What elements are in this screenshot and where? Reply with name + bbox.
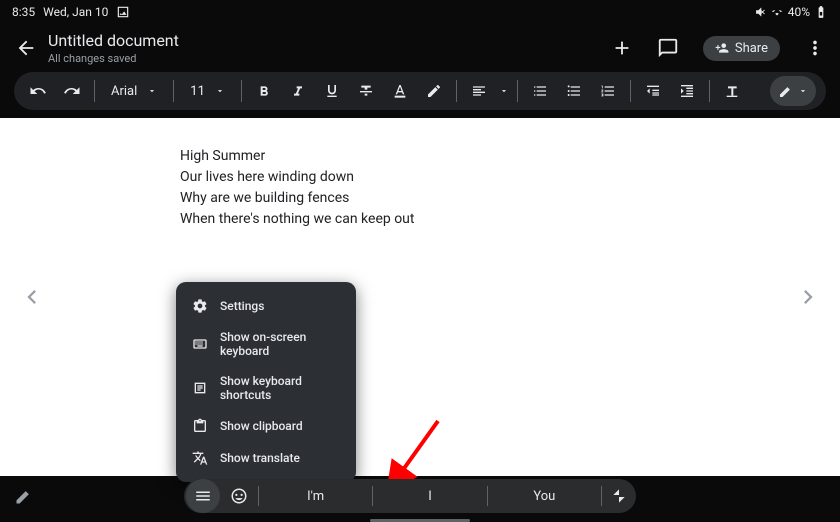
share-button[interactable]: Share (703, 36, 780, 61)
more-vertical-icon[interactable] (804, 37, 826, 59)
popup-item-shortcuts[interactable]: Show keyboard shortcuts (176, 366, 356, 410)
wifi-icon (770, 5, 784, 19)
font-size-select[interactable]: 11 (182, 84, 233, 99)
status-date: Wed, Jan 10 (43, 5, 108, 19)
text-line: When there's nothing we can keep out (180, 209, 840, 230)
person-add-icon (715, 41, 729, 55)
underline-button[interactable] (318, 77, 346, 105)
popup-label: Show on-screen keyboard (220, 330, 340, 358)
popup-item-translate[interactable]: Show translate (176, 442, 356, 474)
bold-button[interactable] (250, 77, 278, 105)
app-header: Untitled document All changes saved Shar… (0, 24, 840, 72)
list-icon (192, 380, 208, 396)
save-status: All changes saved (48, 52, 179, 65)
suggestion-pill: I'm I You (184, 479, 636, 513)
text-line: Our lives here winding down (180, 167, 840, 188)
popup-label: Show keyboard shortcuts (220, 374, 340, 402)
suggestion-1[interactable]: I'm (259, 489, 372, 504)
numbered-list-button[interactable] (594, 77, 622, 105)
translate-icon (192, 450, 208, 466)
undo-button[interactable] (24, 77, 52, 105)
document-area[interactable]: High Summer Our lives here winding down … (0, 118, 840, 476)
edit-pencil-icon[interactable] (14, 486, 34, 506)
bullet-list-button[interactable] (560, 77, 588, 105)
clear-format-button[interactable] (718, 77, 746, 105)
collapse-keyboard-button[interactable] (602, 488, 636, 504)
popup-item-settings[interactable]: Settings (176, 290, 356, 322)
status-time: 8:35 (12, 5, 35, 19)
chevron-down-icon[interactable] (499, 86, 509, 96)
align-button[interactable] (465, 77, 493, 105)
suggestion-2[interactable]: I (373, 489, 486, 504)
font-name-label: Arial (111, 84, 137, 99)
redo-button[interactable] (58, 77, 86, 105)
chevron-down-icon (215, 86, 225, 96)
plus-icon[interactable] (611, 37, 633, 59)
previous-page-button[interactable] (18, 283, 46, 311)
indent-decrease-button[interactable] (639, 77, 667, 105)
keyboard-menu-button[interactable] (186, 479, 220, 513)
next-page-button[interactable] (794, 283, 822, 311)
keyboard-bar: I'm I You (0, 478, 840, 514)
popup-label: Show translate (220, 451, 300, 465)
volume-mute-icon (752, 5, 766, 19)
text-color-button[interactable] (386, 77, 414, 105)
keyboard-options-popup: Settings Show on-screen keyboard Show ke… (176, 282, 356, 482)
chevron-down-icon (798, 86, 808, 96)
font-size-label: 11 (190, 84, 205, 99)
format-toolbar: Arial 11 (14, 72, 826, 110)
clipboard-icon (192, 418, 208, 434)
back-button[interactable] (14, 36, 38, 60)
popup-item-show-keyboard[interactable]: Show on-screen keyboard (176, 322, 356, 366)
indent-increase-button[interactable] (673, 77, 701, 105)
text-line: High Summer (180, 146, 840, 167)
italic-button[interactable] (284, 77, 312, 105)
comment-icon[interactable] (657, 37, 679, 59)
popup-label: Settings (220, 299, 264, 313)
highlight-button[interactable] (420, 77, 448, 105)
suggestion-3[interactable]: You (488, 489, 601, 504)
pen-icon (778, 83, 794, 99)
pen-mode-button[interactable] (770, 76, 816, 106)
status-bar: 8:35 Wed, Jan 10 40% (0, 0, 840, 24)
document-title: Untitled document (48, 31, 179, 50)
text-line: Why are we building fences (180, 188, 840, 209)
share-label: Share (735, 41, 768, 56)
strikethrough-button[interactable] (352, 77, 380, 105)
gear-icon (192, 298, 208, 314)
picture-icon (116, 5, 130, 19)
emoji-button[interactable] (220, 479, 258, 513)
checklist-button[interactable] (526, 77, 554, 105)
keyboard-icon (192, 336, 208, 352)
chevron-down-icon (147, 86, 157, 96)
battery-icon (814, 5, 828, 19)
status-battery-text: 40% (788, 5, 810, 19)
title-area[interactable]: Untitled document All changes saved (48, 31, 179, 65)
font-family-select[interactable]: Arial (103, 84, 165, 99)
popup-item-clipboard[interactable]: Show clipboard (176, 410, 356, 442)
document-page[interactable]: High Summer Our lives here winding down … (0, 118, 840, 476)
popup-label: Show clipboard (220, 419, 303, 433)
